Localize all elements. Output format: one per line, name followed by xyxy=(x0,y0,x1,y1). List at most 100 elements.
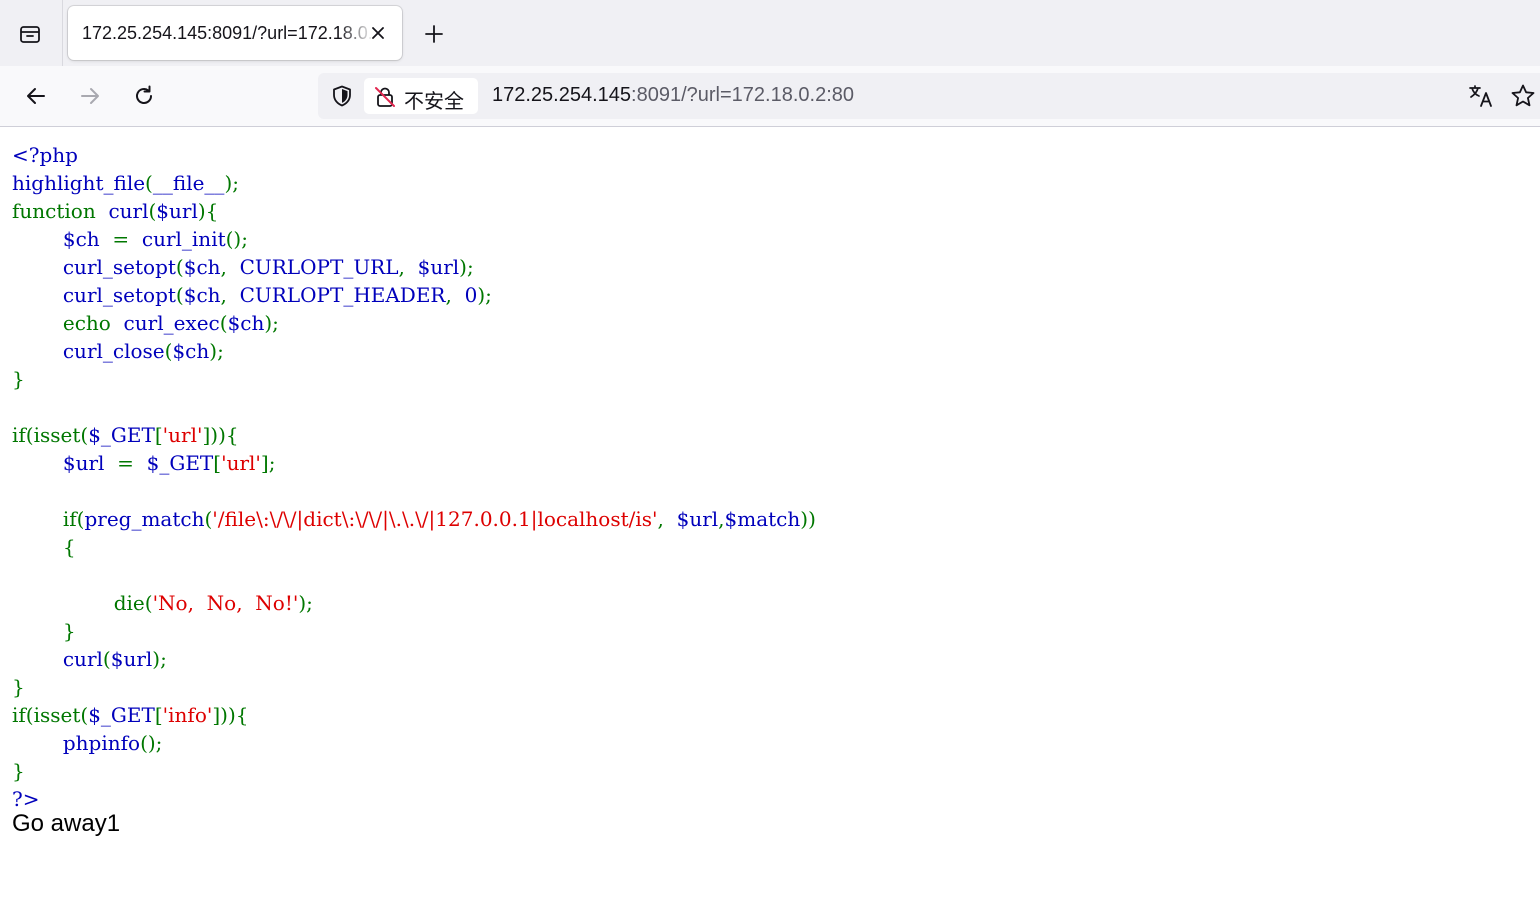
code-token: curl_close xyxy=(62,339,165,363)
code-token: $url xyxy=(676,507,719,531)
tab-list-button[interactable] xyxy=(14,18,46,50)
star-icon[interactable] xyxy=(1510,83,1536,109)
code-token: CURLOPT_HEADER xyxy=(239,283,446,307)
code-line: $ch = curl_init(); xyxy=(12,225,816,253)
back-button[interactable] xyxy=(20,80,52,112)
page-output-text: Go away1 xyxy=(12,810,121,837)
code-token: )) xyxy=(800,507,816,531)
code-token: ?> xyxy=(12,787,40,811)
php-source-code: <?php highlight_file(__file__); function c… xyxy=(12,141,816,813)
code-line: } xyxy=(12,617,816,645)
code-line: highlight_file(__file__); xyxy=(12,169,816,197)
code-token: if(isset( xyxy=(12,703,89,727)
code-token: ); xyxy=(224,171,239,195)
close-icon xyxy=(372,27,384,39)
code-token: 'No, No, No!' xyxy=(152,591,299,615)
code-line: if(preg_match('/file\:\/\/|dict\:\/\/|\.… xyxy=(12,505,816,533)
code-line: if(isset($_GET['url'])){ xyxy=(12,421,816,449)
code-token: $url xyxy=(156,199,198,223)
code-token: 'url' xyxy=(221,451,261,475)
code-token: [ xyxy=(154,703,163,727)
code-token: $url xyxy=(62,451,118,475)
code-token: ); xyxy=(152,647,167,671)
tab-title: 172.25.254.145:8091/?url=172.18.0.2:80 xyxy=(82,23,374,43)
code-token: } xyxy=(12,367,25,391)
code-token: , xyxy=(398,255,418,279)
code-line: { xyxy=(12,533,816,561)
code-token: { xyxy=(12,535,76,559)
address-bar[interactable]: 不安全 172.25.254.145:8091/?url=172.18.0.2:… xyxy=(318,73,1540,119)
code-token: function xyxy=(12,199,109,223)
code-token: $_GET xyxy=(88,703,155,727)
code-token: $ch xyxy=(183,283,221,307)
code-line: curl_setopt($ch, CURLOPT_HEADER, 0); xyxy=(12,281,816,309)
translate-icon[interactable] xyxy=(1468,83,1494,109)
forward-arrow-icon xyxy=(81,88,99,104)
code-line: ?> xyxy=(12,785,816,813)
code-token: 'info' xyxy=(162,703,213,727)
code-token: highlight_file xyxy=(12,171,146,195)
code-line: die('No, No, No!'); xyxy=(12,589,816,617)
code-token: } xyxy=(12,675,25,699)
code-token: = xyxy=(112,227,142,251)
code-token: $_GET xyxy=(88,423,155,447)
code-token: $ch xyxy=(183,255,221,279)
code-token: ( xyxy=(175,255,184,279)
code-token: if(isset( xyxy=(12,423,89,447)
code-line: } xyxy=(12,757,816,785)
code-token: $url xyxy=(110,647,153,671)
new-tab-button[interactable] xyxy=(420,20,448,48)
code-token: $ch xyxy=(62,227,113,251)
code-line: if(isset($_GET['info'])){ xyxy=(12,701,816,729)
tab-close-button[interactable] xyxy=(368,23,388,43)
active-tab[interactable]: 172.25.254.145:8091/?url=172.18.0.2:80 xyxy=(68,6,402,60)
code-token: ); xyxy=(298,591,313,615)
shield-icon[interactable] xyxy=(330,84,354,108)
code-token: ); xyxy=(477,283,492,307)
code-token: [ xyxy=(213,451,222,475)
code-token: curl_setopt xyxy=(62,255,176,279)
code-token: (); xyxy=(225,227,248,251)
code-line: curl_setopt($ch, CURLOPT_URL, $url); xyxy=(12,253,816,281)
code-token: , xyxy=(220,283,240,307)
code-token: curl xyxy=(62,647,103,671)
code-token: ); xyxy=(209,339,224,363)
security-indicator[interactable]: 不安全 xyxy=(364,78,478,114)
code-token: , xyxy=(445,283,465,307)
code-token: 'url' xyxy=(162,423,203,447)
code-token: ){ xyxy=(197,199,219,223)
code-line: curl_close($ch); xyxy=(12,337,816,365)
code-token: ])){ xyxy=(212,703,249,727)
forward-button[interactable] xyxy=(74,80,106,112)
url-path: :8091/?url=172.18.0.2:80 xyxy=(631,84,854,106)
code-token: ); xyxy=(459,255,474,279)
code-token: [ xyxy=(154,423,163,447)
url-text[interactable]: 172.25.254.145:8091/?url=172.18.0.2:80 xyxy=(492,84,854,107)
code-token: curl_init xyxy=(141,227,226,251)
code-line: function curl($url){ xyxy=(12,197,816,225)
code-token: $ch xyxy=(227,311,265,335)
code-token: ( xyxy=(102,647,111,671)
code-token: $match xyxy=(724,507,801,531)
code-token: die( xyxy=(12,591,153,615)
plus-icon xyxy=(425,25,443,43)
tab-separator xyxy=(62,0,63,66)
reload-icon xyxy=(136,85,152,104)
reload-button[interactable] xyxy=(128,80,160,112)
code-token: preg_match xyxy=(84,507,205,531)
navigation-toolbar: 不安全 172.25.254.145:8091/?url=172.18.0.2:… xyxy=(0,66,1540,127)
code-token: CURLOPT_URL xyxy=(239,255,399,279)
code-token: $ch xyxy=(172,339,210,363)
code-line: } xyxy=(12,365,816,393)
code-token: ( xyxy=(219,311,228,335)
security-label: 不安全 xyxy=(404,91,464,113)
code-token: (); xyxy=(140,731,163,755)
